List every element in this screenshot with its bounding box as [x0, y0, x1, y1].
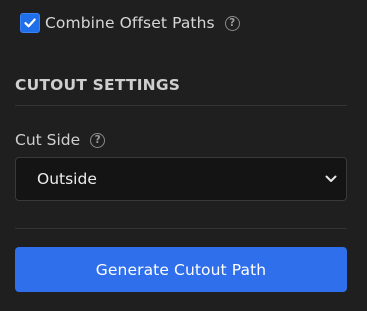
cut-side-label-row: Cut Side ? [15, 130, 106, 150]
combine-offset-paths-label[interactable]: Combine Offset Paths [45, 14, 215, 32]
combine-offset-paths-row[interactable]: Combine Offset Paths ? [20, 12, 240, 34]
cut-side-selected-value: Outside [37, 170, 97, 188]
section-divider [15, 105, 347, 106]
cut-side-label: Cut Side [15, 131, 81, 149]
cut-side-help-icon[interactable]: ? [90, 132, 106, 148]
generate-cutout-path-button[interactable]: Generate Cutout Path [15, 247, 347, 292]
section-title-cutout-settings: CUTOUT SETTINGS [15, 76, 181, 94]
combine-offset-paths-checkbox[interactable] [20, 13, 40, 33]
cut-side-select[interactable]: Outside [15, 157, 347, 201]
actions-divider [15, 228, 347, 229]
chevron-down-icon [325, 175, 337, 182]
combine-help-icon[interactable]: ? [224, 15, 240, 31]
checkmark-icon [24, 18, 36, 28]
